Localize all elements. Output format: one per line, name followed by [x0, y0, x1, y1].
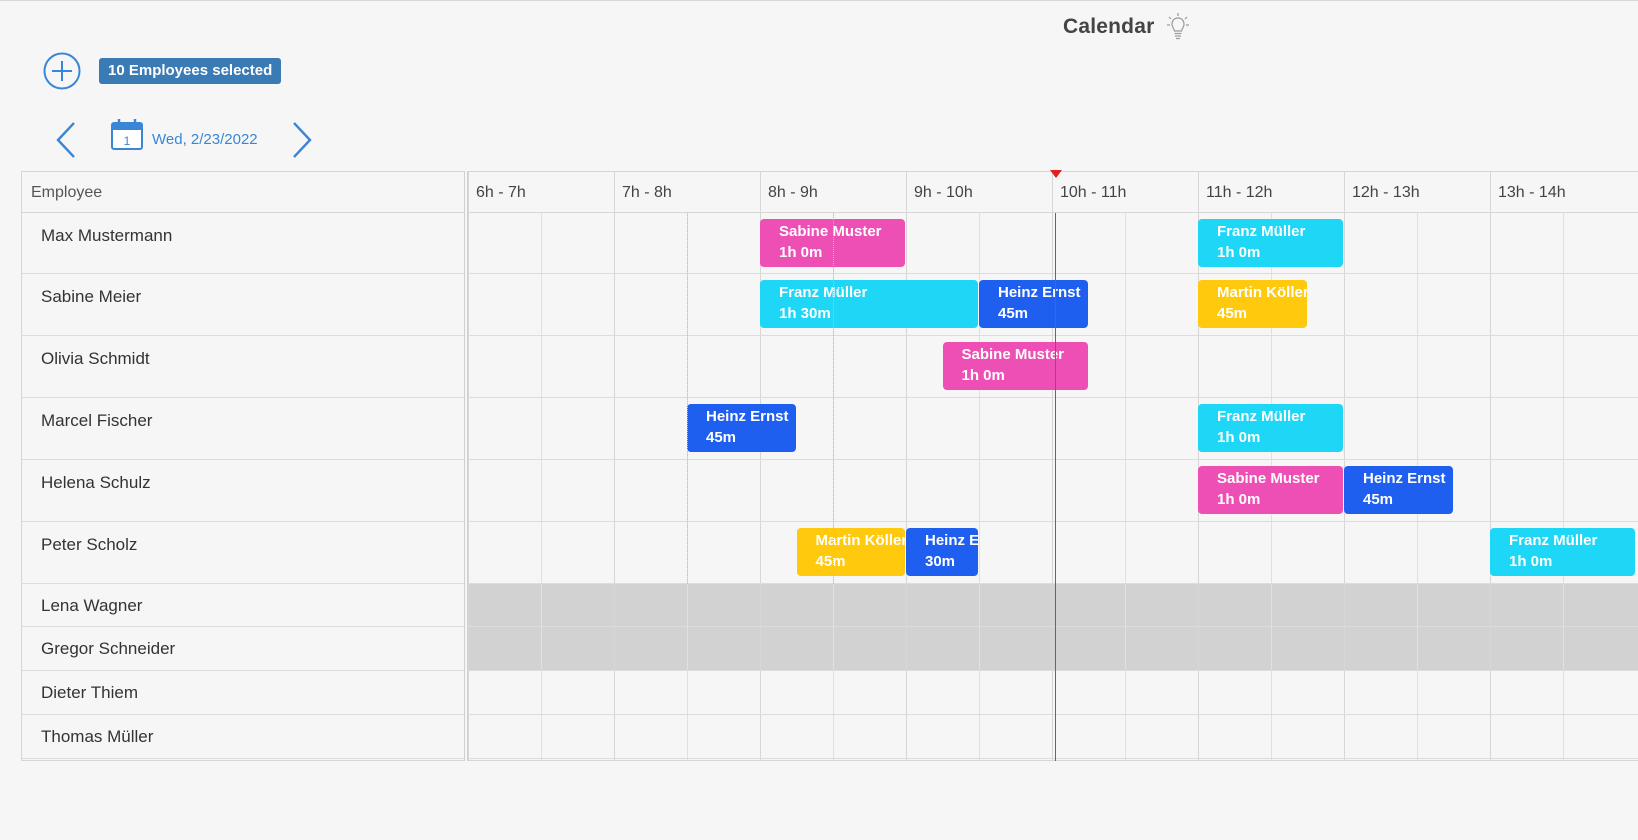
appointment-name: Heinz Ernst — [998, 284, 1081, 301]
time-slot-header: 10h - 11h — [1052, 171, 1198, 213]
appointment-name: Heinz Ernst — [706, 408, 789, 425]
appointment-block[interactable]: Heinz Ernst 45m — [687, 404, 796, 452]
appointment-name: Franz Müller — [779, 284, 868, 301]
employee-header-label: Employee — [31, 184, 103, 201]
time-slot-header: 8h - 9h — [760, 171, 906, 213]
appointment-duration: 1h 0m — [1217, 429, 1261, 446]
employee-row[interactable]: Gregor Schneider — [21, 627, 1638, 671]
appointment-name: Sabine Muster — [961, 346, 1065, 363]
employee-column-header: Employee — [21, 171, 464, 213]
appointment-block[interactable]: Heinz Ernst 45m — [979, 280, 1088, 328]
time-slot-label: 11h - 12h — [1206, 184, 1273, 201]
appointment-duration: 45m — [706, 429, 737, 446]
appointment-name: Sabine Muster — [1217, 470, 1320, 487]
chevron-right-icon[interactable] — [288, 120, 314, 160]
current-time-marker — [1050, 170, 1062, 178]
appointment-block[interactable]: Heinz Ernst 30m — [906, 528, 978, 576]
time-slot-header: 13h - 14h — [1490, 171, 1636, 213]
appointment-duration: 45m — [1217, 305, 1248, 322]
page-header: Calendar — [1063, 12, 1190, 42]
employee-name: Dieter Thiem — [41, 683, 138, 702]
appointment-name: Franz Müller — [1509, 532, 1598, 549]
appointment-name: Sabine Muster — [779, 223, 882, 240]
employee-name: Thomas Müller — [41, 727, 154, 746]
schedule-grid: Employee 6h - 7h 7h - 8h 8h - 9h 9h - 10h 10… — [21, 171, 1638, 761]
time-slot-label: 6h - 7h — [476, 184, 526, 201]
time-slot-label: 7h - 8h — [622, 184, 672, 201]
employee-name: Olivia Schmidt — [41, 349, 150, 368]
time-slot-header: 9h - 10h — [906, 171, 1052, 213]
time-slot-header: 6h - 7h — [468, 171, 614, 213]
row-divider — [468, 758, 1638, 759]
time-slot-label: 9h - 10h — [914, 184, 973, 201]
time-slot-header: 12h - 13h — [1344, 171, 1490, 213]
employee-name: Helena Schulz — [41, 473, 151, 492]
appointment-block[interactable]: Franz Müller 1h 0m — [1198, 404, 1343, 452]
appointment-block[interactable]: Martin Köller 45m — [1198, 280, 1307, 328]
time-slot-label: 13h - 14h — [1498, 184, 1566, 201]
time-slot-header: 7h - 8h — [614, 171, 760, 213]
appointment-block[interactable]: Franz Müller 1h 30m — [760, 280, 978, 328]
time-slot-label: 8h - 9h — [768, 184, 818, 201]
chevron-left-icon[interactable] — [54, 120, 80, 160]
appointment-name: Franz Müller — [1217, 223, 1306, 240]
appointment-block[interactable]: Franz Müller 1h 0m — [1490, 528, 1635, 576]
calendar-icon[interactable]: 1 — [110, 117, 144, 151]
time-slot-label: 12h - 13h — [1352, 184, 1420, 201]
appointment-duration: 1h 0m — [1217, 491, 1261, 508]
row-divider — [21, 758, 464, 759]
employee-row[interactable]: Olivia Schmidt — [21, 336, 1638, 398]
appointment-name: Franz Müller — [1217, 408, 1306, 425]
time-slot-label: 10h - 11h — [1060, 184, 1127, 201]
current-date[interactable]: Wed, 2/23/2022 — [152, 131, 258, 148]
top-divider — [0, 0, 1638, 1]
appointment-duration: 30m — [925, 553, 956, 570]
appointment-name: Heinz Ernst — [1363, 470, 1446, 487]
employee-name: Peter Scholz — [41, 535, 138, 554]
appointment-duration: 1h 0m — [961, 367, 1005, 384]
appointment-duration: 1h 0m — [1509, 553, 1553, 570]
employee-name: Lena Wagner — [41, 596, 143, 615]
employee-row[interactable]: Marcel Fischer — [21, 398, 1638, 460]
appointment-name: Heinz Ernst — [925, 532, 978, 549]
dotted-guide — [833, 213, 834, 584]
appointment-duration: 45m — [998, 305, 1029, 322]
employee-name: Max Mustermann — [41, 226, 173, 245]
appointment-duration: 45m — [815, 553, 846, 570]
employee-name: Gregor Schneider — [41, 639, 176, 658]
calendar-day: 1 — [124, 134, 131, 148]
time-slot-header: 11h - 12h — [1198, 171, 1344, 213]
appointment-block[interactable]: Sabine Muster 1h 0m — [1198, 466, 1343, 514]
employee-row[interactable]: Thomas Müller — [21, 715, 1638, 759]
employee-row[interactable]: Lena Wagner — [21, 584, 1638, 627]
appointment-block[interactable]: Martin Köller 45m — [796, 528, 906, 576]
lightbulb-icon[interactable] — [1166, 12, 1190, 42]
employee-row[interactable]: Dieter Thiem — [21, 671, 1638, 715]
appointment-duration: 45m — [1363, 491, 1394, 508]
appointment-block[interactable]: Heinz Ernst 45m — [1344, 466, 1453, 514]
employee-name: Marcel Fischer — [41, 411, 153, 430]
employee-name: Sabine Meier — [41, 287, 142, 306]
appointment-duration: 1h 0m — [1217, 244, 1261, 261]
appointment-duration: 1h 0m — [779, 244, 823, 261]
current-time-line — [1055, 213, 1056, 761]
appointment-name: Martin Köller — [1217, 284, 1307, 301]
appointment-duration: 1h 30m — [779, 305, 831, 322]
add-button[interactable] — [43, 52, 81, 90]
employees-selected-badge[interactable]: 10 Employees selected — [99, 58, 282, 84]
appointment-block[interactable]: Sabine Muster 1h 0m — [942, 342, 1088, 390]
dotted-guide — [687, 213, 688, 584]
page-title: Calendar — [1063, 15, 1155, 38]
appointment-name: Martin Köller — [815, 532, 906, 549]
appointment-block[interactable]: Franz Müller 1h 0m — [1198, 219, 1343, 267]
